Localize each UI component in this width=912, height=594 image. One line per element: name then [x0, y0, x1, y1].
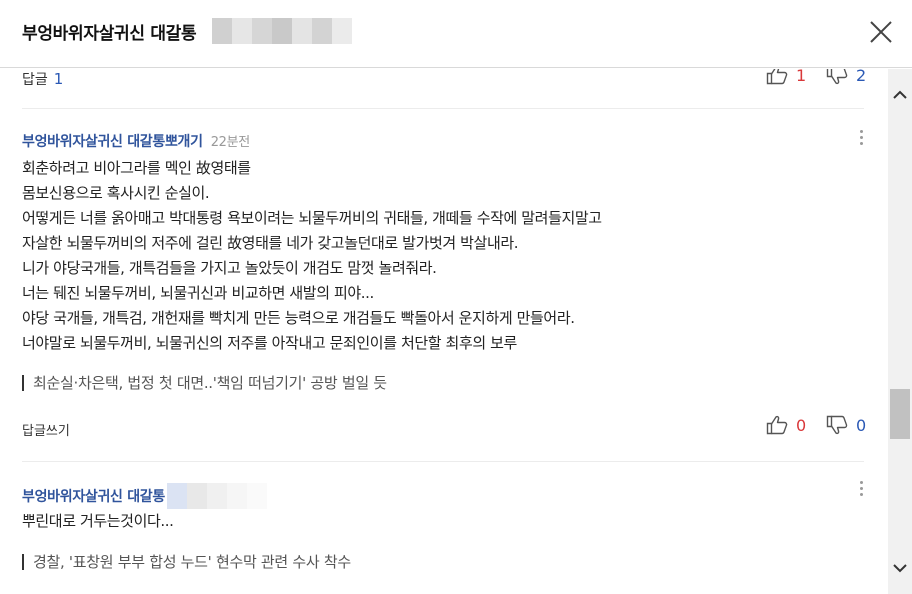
reply-label: 답글 [22, 72, 48, 88]
reply-link[interactable]: 답글 1 [22, 69, 63, 89]
comment-line: 회춘하려고 비아그라를 멕인 故영태를 [22, 159, 251, 177]
related-article-link[interactable]: 최순실·차은택, 법정 첫 대면..'책임 떠넘기기' 공방 벌일 듯 [22, 375, 387, 391]
comment-line: 야당 국개들, 개특검, 개헌재를 빡치게 만든 능력으로 개검들도 빡돌아서 … [22, 309, 575, 327]
comment-line: 니가 야당국개들, 개특검들을 가지고 놀았듯이 개검도 맘껏 놀려줘라. [22, 259, 437, 277]
redacted-name-blur [212, 18, 352, 44]
more-vertical-icon [857, 130, 865, 145]
comment-author-row: 부엉바위자살귀신 대갈통뽀개기 22분전 [22, 131, 250, 151]
thumbs-down-icon [826, 415, 848, 435]
comment-time: 22분전 [210, 135, 251, 150]
related-article-link[interactable]: 경찰, '표창원 부부 합성 누드' 현수막 관련 수사 착수 [22, 554, 351, 570]
comment-line: 너야말로 뇌물두꺼비, 뇌물귀신의 저주를 아작내고 문죄인이를 처단할 최후의… [22, 334, 517, 352]
close-icon [870, 21, 892, 43]
divider [22, 108, 864, 109]
redacted-name-blur [166, 483, 267, 509]
write-reply-link[interactable]: 답글쓰기 [22, 420, 70, 439]
comment-author[interactable]: 부엉바위자살귀신 대갈통 [22, 486, 165, 506]
thumbs-up-icon [766, 415, 788, 435]
more-vertical-icon [857, 481, 865, 496]
comment-author-row: 부엉바위자살귀신 대갈통 [22, 483, 267, 509]
scrollbar[interactable] [888, 69, 912, 594]
downvote-button[interactable]: 2 [826, 69, 866, 85]
chevron-up-icon [893, 90, 907, 99]
upvote-button[interactable]: 1 [766, 69, 806, 85]
upvote-count: 1 [796, 69, 807, 85]
comment-body: 회춘하려고 비아그라를 멕인 故영태를 몸보신용으로 혹사시킨 순실이. 어떻게… [22, 156, 862, 356]
thumbs-down-icon [826, 69, 848, 85]
close-button[interactable] [866, 17, 896, 47]
comment-list: 답글 1 1 2 부엉바위자살귀신 대갈통뽀개기 22분전 회춘하려고 비아그라를 … [0, 69, 888, 594]
dialog-header: 부엉바위자살귀신 대갈통 [0, 0, 912, 68]
thumbs-up-icon [766, 69, 788, 85]
comment-line: 몸보신용으로 혹사시킨 순실이. [22, 184, 210, 202]
downvote-count: 2 [856, 69, 867, 85]
upvote-count: 0 [796, 415, 807, 435]
divider [22, 461, 864, 462]
comment-line: 자살한 뇌물두꺼비의 저주에 걸린 故영태를 네가 갖고놀던대로 발가벗겨 박살… [22, 234, 519, 252]
scrollbar-thumb[interactable] [890, 389, 910, 439]
downvote-button[interactable]: 0 [826, 415, 866, 435]
upvote-button[interactable]: 0 [766, 415, 806, 435]
downvote-count: 0 [856, 415, 867, 435]
comment-line: 어떻게든 너를 옭아매고 박대통령 욕보이려는 뇌물두꺼비의 귀태들, 개떼들 … [22, 209, 602, 227]
scroll-up-button[interactable] [888, 83, 912, 107]
more-options-button[interactable] [857, 130, 865, 148]
scroll-down-button[interactable] [888, 556, 912, 580]
reply-count: 1 [53, 70, 64, 88]
more-options-button[interactable] [857, 481, 865, 499]
page-title: 부엉바위자살귀신 대갈통 [22, 24, 197, 44]
comment-line: 너는 뒈진 뇌물두꺼비, 뇌물귀신과 비교하면 새발의 피야... [22, 284, 374, 302]
comment-line: 뿌린대로 거두는것이다... [22, 512, 174, 530]
comment-body: 뿌린대로 거두는것이다... [22, 509, 862, 534]
chevron-down-icon [893, 564, 907, 573]
comment-author[interactable]: 부엉바위자살귀신 대갈통뽀개기 [22, 134, 203, 150]
